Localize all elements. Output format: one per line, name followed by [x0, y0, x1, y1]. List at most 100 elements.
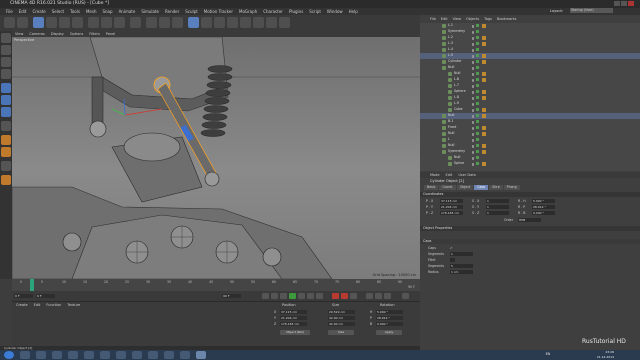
object-tree-row[interactable]: Sphere: [420, 89, 640, 95]
menu-item[interactable]: Script: [309, 8, 321, 15]
object-tree-row[interactable]: L.5: [420, 53, 640, 59]
object-tree-row[interactable]: Front: [420, 125, 640, 131]
go-to-end-icon[interactable]: [316, 293, 323, 299]
render-picture-viewer-icon[interactable]: [159, 17, 170, 28]
tab-basic[interactable]: Basic: [424, 185, 439, 190]
perspective-viewport[interactable]: Perspective Grid Spacing : 10000 cm: [12, 37, 420, 279]
render-visibility-dot[interactable]: [472, 104, 474, 107]
size-x-field[interactable]: 20.529 cm: [328, 310, 355, 314]
attr-field[interactable]: 21.204 cm: [440, 205, 463, 209]
start-frame-field[interactable]: 0 F: [14, 294, 33, 298]
coordinates-section-header[interactable]: Coordinates: [420, 192, 640, 197]
menu-item[interactable]: Simulate: [141, 8, 159, 15]
tag-icon[interactable]: [482, 144, 486, 148]
render-visibility-dot[interactable]: [472, 140, 474, 143]
menu-item[interactable]: Create: [32, 8, 45, 15]
object-tree-row[interactable]: Null: [420, 143, 640, 149]
previous-frame-icon[interactable]: [280, 293, 287, 299]
menu-item[interactable]: Edit: [19, 8, 27, 15]
attr-field[interactable]: 28.914 °: [532, 205, 555, 209]
cube-primitive-icon[interactable]: [188, 17, 199, 28]
fillet-segments-field[interactable]: 5: [450, 264, 473, 268]
rotation-h-field[interactable]: 5.000 °: [376, 310, 403, 314]
language-indicator[interactable]: EN: [546, 352, 550, 356]
render-visibility-dot[interactable]: [472, 80, 474, 83]
rotation-b-field[interactable]: 0.000 °: [376, 322, 403, 326]
attr-field[interactable]: 37.115 cm: [440, 199, 463, 203]
taskbar-app-icon[interactable]: [68, 351, 78, 359]
fillet-radius-field[interactable]: 1 cm: [450, 270, 473, 274]
object-menu-item[interactable]: File: [430, 17, 436, 22]
object-tree-row[interactable]: L.9: [420, 101, 640, 107]
autokey-icon[interactable]: [341, 293, 348, 299]
material-menu-item[interactable]: Function: [46, 303, 61, 307]
taskbar-app-icon[interactable]: [52, 351, 62, 359]
taskbar-app-icon[interactable]: [84, 351, 94, 359]
object-tree-row[interactable]: Symmetry: [420, 29, 640, 35]
enabled-check-icon[interactable]: [476, 90, 479, 94]
enabled-check-icon[interactable]: [476, 72, 479, 76]
tab-coord[interactable]: Coord.: [439, 185, 456, 190]
taskbar-app-icon[interactable]: [148, 351, 158, 359]
enabled-check-icon[interactable]: [476, 36, 479, 40]
object-tree-row[interactable]: L.8: [420, 95, 640, 101]
tag-icon[interactable]: [482, 42, 486, 46]
render-visibility-dot[interactable]: [472, 32, 474, 35]
enabled-check-icon[interactable]: [476, 144, 479, 148]
position-x-field[interactable]: 37.115 cm: [280, 310, 307, 314]
attr-field[interactable]: 0.000 °: [532, 211, 555, 215]
object-tree-row[interactable]: Spline: [420, 161, 640, 167]
redo-icon[interactable]: [17, 17, 28, 28]
position-key-icon[interactable]: [366, 293, 373, 299]
x-axis-lock-icon[interactable]: [88, 17, 99, 28]
attribute-menu-item[interactable]: User Data: [458, 172, 475, 178]
rotate-icon[interactable]: [72, 17, 83, 28]
render-visibility-dot[interactable]: [472, 74, 474, 77]
size-z-field[interactable]: 42.00 cm: [328, 322, 355, 326]
object-tree-row[interactable]: Null: [420, 71, 640, 77]
taskbar-app-icon[interactable]: [164, 351, 174, 359]
object-tree-row[interactable]: Null: [420, 131, 640, 137]
object-tree-row[interactable]: L.1: [420, 23, 640, 29]
attr-field[interactable]: 1: [486, 205, 509, 209]
model-mode-icon[interactable]: [1, 45, 11, 55]
menu-item[interactable]: Tools: [70, 8, 80, 15]
deformer-icon[interactable]: [240, 17, 251, 28]
render-visibility-dot[interactable]: [472, 122, 474, 125]
move-icon[interactable]: [46, 17, 57, 28]
texture-mode-icon[interactable]: [1, 57, 11, 67]
menu-item[interactable]: Window: [327, 8, 343, 15]
enabled-check-icon[interactable]: [476, 120, 479, 124]
render-visibility-dot[interactable]: [472, 50, 474, 53]
enabled-check-icon[interactable]: [476, 102, 479, 106]
rotation-p-field[interactable]: 28.914 °: [376, 316, 403, 320]
timeline-options-icon[interactable]: [402, 293, 409, 299]
render-visibility-dot[interactable]: [472, 92, 474, 95]
tag-icon[interactable]: [482, 114, 486, 118]
previous-key-icon[interactable]: [271, 293, 278, 299]
fillet-checkbox[interactable]: [450, 258, 455, 262]
object-tree-row[interactable]: L.6: [420, 77, 640, 83]
tag-icon[interactable]: [482, 150, 486, 154]
tab-phong[interactable]: Phong: [503, 185, 520, 190]
timeline-playhead[interactable]: [30, 279, 34, 291]
enabled-check-icon[interactable]: [476, 126, 479, 130]
tag-icon[interactable]: [482, 162, 486, 166]
render-settings-icon[interactable]: [172, 17, 183, 28]
render-visibility-dot[interactable]: [472, 68, 474, 71]
render-visibility-dot[interactable]: [472, 134, 474, 137]
size-y-field[interactable]: 42.00 cm: [328, 316, 355, 320]
coordinate-mode-dropdown[interactable]: Object (Rel): [280, 330, 310, 335]
object-properties-section-header[interactable]: Object Properties: [420, 226, 640, 231]
coordinate-system-icon[interactable]: [130, 17, 141, 28]
cinema4d-taskbar-icon[interactable]: [196, 351, 206, 359]
make-editable-icon[interactable]: [1, 33, 11, 43]
camera-icon[interactable]: [266, 17, 277, 28]
attr-field[interactable]: 1: [486, 199, 509, 203]
object-tree-row[interactable]: Cylinder: [420, 59, 640, 65]
menu-item[interactable]: Plugins: [289, 8, 303, 15]
enabled-check-icon[interactable]: [476, 138, 479, 142]
tab-slice[interactable]: Slice: [489, 185, 503, 190]
enabled-check-icon[interactable]: [476, 24, 479, 28]
object-tree-row[interactable]: Cube: [420, 107, 640, 113]
